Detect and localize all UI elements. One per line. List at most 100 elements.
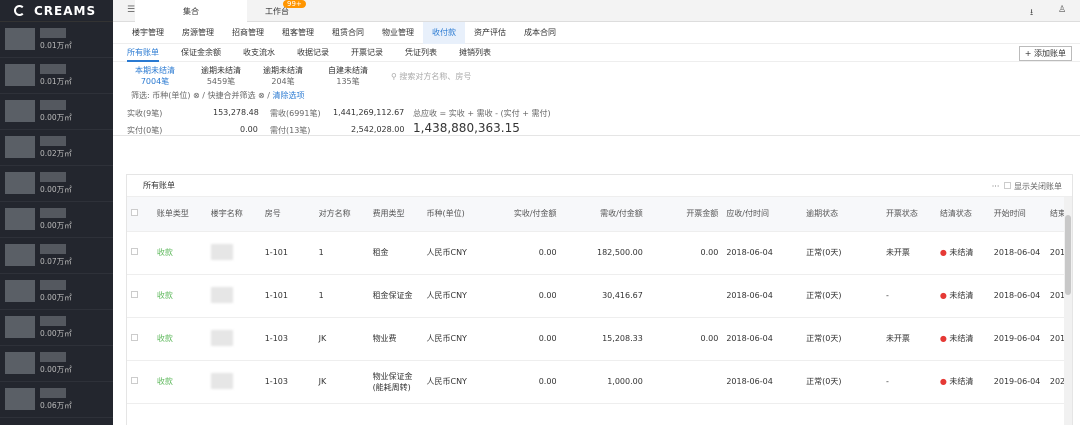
property-item[interactable]: 0.00万㎡	[0, 166, 113, 202]
row-checkbox[interactable]	[131, 334, 138, 341]
sub-nav-item[interactable]: 摊销列表	[459, 44, 491, 62]
property-item[interactable]: 0.01万㎡	[0, 22, 113, 58]
main-content: 楼宇管理 房源管理 招商管理 租客管理 租赁合同 物业管理 收付款 资产评估 成本合同 所有账单…	[113, 21, 1080, 425]
property-area: 0.00万㎡	[40, 221, 72, 230]
clear-filter-link[interactable]: 清除选项	[273, 91, 305, 100]
overdue-status: 正常(0天)	[802, 231, 882, 275]
property-thumbnail	[5, 280, 35, 302]
building-name-redacted	[210, 243, 233, 260]
property-item[interactable]: 0.00万㎡	[0, 346, 113, 382]
logo: CREAMS	[0, 0, 113, 22]
column-header[interactable]: 应收/付时间	[722, 197, 803, 232]
stat-overdue-2[interactable]: 逾期未结清 204笔	[263, 65, 303, 87]
room-number: 1-101	[260, 231, 315, 275]
nav-item[interactable]: 招商管理	[223, 22, 273, 44]
column-header[interactable]: 房号	[260, 197, 315, 232]
invoice-amount	[646, 360, 723, 404]
column-header[interactable]: 对方名称	[314, 197, 369, 232]
sub-nav-item[interactable]: 保证金余额	[181, 44, 221, 62]
table-row[interactable]: 收款 1-103 JK 物业费 人民币CNY 0.00 15,208.33 0.00 2018-…	[127, 317, 1072, 361]
room-number: 1-103	[260, 317, 315, 361]
property-item[interactable]: 0.00万㎡	[0, 202, 113, 238]
paid-amount: 0.00	[508, 317, 561, 361]
property-name	[40, 100, 66, 110]
property-thumbnail	[5, 316, 35, 338]
scrollbar[interactable]	[1064, 197, 1072, 425]
property-area: 0.01万㎡	[40, 41, 72, 50]
row-checkbox[interactable]	[131, 248, 138, 255]
property-thumbnail	[5, 388, 35, 410]
row-select	[127, 360, 153, 404]
settle-status: ● 未结清	[935, 231, 990, 275]
column-header[interactable]: 开始时间	[989, 197, 1046, 232]
logo-icon	[14, 5, 25, 16]
select-all-checkbox[interactable]	[131, 209, 138, 217]
property-item[interactable]: 0.02万㎡	[0, 130, 113, 166]
settle-status: ● 未结清	[935, 360, 990, 404]
top-bar: ☰ 集合 工作台 99+ ⭳ ♙	[113, 0, 1080, 22]
download-icon[interactable]: ⭳	[1030, 5, 1033, 21]
property-item[interactable]: 0.07万㎡	[0, 238, 113, 274]
table-row[interactable]: 收款 1-101 1 租金保证金 人民币CNY 0.00 30,416.67 2018-06-…	[127, 274, 1072, 318]
column-header[interactable]: 结清状态	[935, 197, 990, 232]
invoice-status: -	[881, 274, 936, 318]
due-date: 2018-06-04	[722, 274, 803, 318]
stat-overdue[interactable]: 逾期未结清 5459笔	[201, 65, 241, 87]
settle-status-text: 未结清	[949, 248, 974, 257]
column-header[interactable]: 费用类型	[368, 197, 423, 232]
nav-item[interactable]: 楼宇管理	[123, 22, 173, 44]
total-receivable: 1,438,880,363.15	[413, 121, 520, 135]
search-input[interactable]: ⚲ 搜索对方名称、房号	[391, 71, 471, 82]
property-item[interactable]: 0.06万㎡	[0, 382, 113, 418]
start-date: 2018-06-04	[989, 231, 1046, 275]
column-header[interactable]: 逾期状态	[802, 197, 882, 232]
property-item[interactable]: 0.00万㎡	[0, 94, 113, 130]
nav-item[interactable]: 收付款	[423, 21, 465, 44]
tab-workbench[interactable]: 工作台	[221, 0, 333, 22]
column-header[interactable]: 需收/付金额	[560, 197, 647, 232]
column-header[interactable]: 开票金额	[646, 197, 723, 232]
sub-nav-item[interactable]: 所有账单	[127, 44, 159, 62]
show-closed-checkbox[interactable]	[1004, 182, 1012, 189]
menu-icon[interactable]: ☰	[127, 5, 135, 15]
property-item[interactable]: 0.01万㎡	[0, 58, 113, 94]
party-name: JK	[314, 360, 369, 404]
property-item[interactable]: 0.00万㎡	[0, 310, 113, 346]
nav-item[interactable]: 物业管理	[373, 22, 423, 44]
stat-self[interactable]: 自建未结清 135笔	[328, 65, 368, 87]
sub-nav-item[interactable]: 开票记录	[351, 44, 383, 62]
settle-status-text: 未结清	[949, 291, 974, 300]
add-bill-button[interactable]: + 添加账单	[1018, 46, 1072, 61]
table-row[interactable]: 收款 1-103 JK 物业保证金(能耗周转) 人民币CNY 0.00 1,000.00 20…	[127, 360, 1072, 404]
property-name	[40, 280, 66, 290]
nav-item[interactable]: 租客管理	[273, 22, 323, 44]
bill-type: 收款	[152, 360, 207, 404]
bill-table: 账单类型 楼宇名称 房号 对方名称 费用类型 币种(单位) 实收/付金额 需收/付金额 开票金额…	[127, 197, 1072, 404]
sub-nav-item[interactable]: 收支流水	[243, 44, 275, 62]
settle-status-text: 未结清	[949, 334, 974, 343]
stat-current[interactable]: 本期未结清 7004笔	[135, 65, 175, 87]
column-header[interactable]: 账单类型	[152, 197, 207, 232]
nav-item[interactable]: 租赁合同	[323, 22, 373, 44]
sub-nav-item[interactable]: 凭证列表	[405, 44, 437, 62]
status-dot-icon: ●	[939, 377, 950, 386]
column-header[interactable]: 币种(单位)	[422, 197, 509, 232]
sub-nav-item[interactable]: 收据记录	[297, 44, 329, 62]
nav-item[interactable]: 房源管理	[173, 22, 223, 44]
nav-item[interactable]: 成本合同	[515, 22, 565, 44]
column-header[interactable]: 楼宇名称	[206, 197, 261, 232]
table-row[interactable]: 收款 1-101 1 租金 人民币CNY 0.00 182,500.00 0.00 2018-0…	[127, 231, 1072, 275]
property-thumbnail	[5, 244, 35, 266]
currency: 人民币CNY	[422, 360, 509, 404]
property-item[interactable]: 0.00万㎡	[0, 274, 113, 310]
column-header[interactable]: 实收/付金额	[508, 197, 561, 232]
building-name	[206, 360, 261, 404]
row-checkbox[interactable]	[131, 291, 138, 298]
nav-item[interactable]: 资产评估	[465, 22, 515, 44]
user-icon[interactable]: ♙	[1058, 5, 1066, 15]
row-checkbox[interactable]	[131, 377, 138, 384]
property-thumbnail	[5, 352, 35, 374]
invoice-status: 未开票	[881, 231, 936, 275]
start-date: 2019-06-04	[989, 360, 1046, 404]
column-header[interactable]: 开票状态	[881, 197, 936, 232]
